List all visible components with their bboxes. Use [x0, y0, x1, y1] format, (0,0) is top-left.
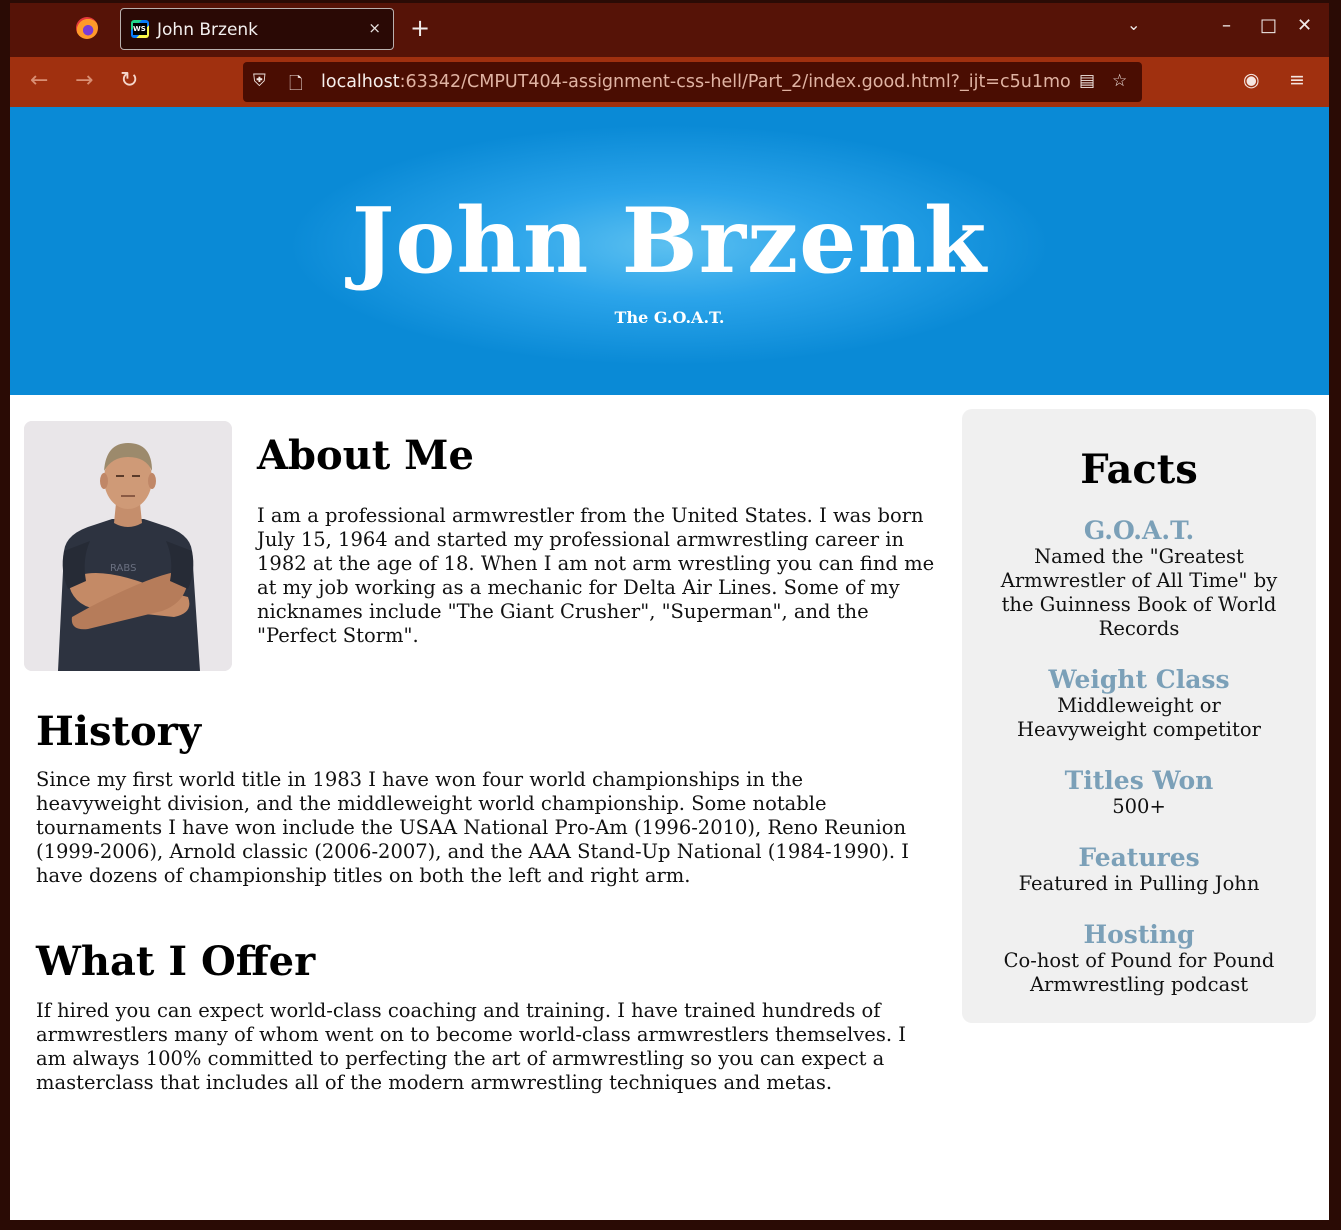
about-text: I am a professional armwrestler from the… [257, 504, 935, 647]
page-icon[interactable]: 🗋 [289, 71, 303, 100]
facts-title: Facts [1080, 446, 1198, 493]
tab-john-brzenk[interactable]: John Brzenk × [120, 8, 394, 50]
back-arrow-icon[interactable]: ← [30, 69, 48, 93]
fact-text: Co-host of Pound for Pound Armwrestling … [1003, 949, 1275, 996]
menu-icon[interactable]: ≡ [1289, 68, 1305, 92]
fact-titles-won: Titles Won 500+ [982, 767, 1296, 819]
offer-heading: What I Offer [36, 938, 316, 985]
shield-icon[interactable]: ⛨ [253, 71, 266, 91]
fact-heading: G.O.A.T. [1083, 516, 1195, 545]
maximize-icon[interactable]: □ [1260, 15, 1277, 37]
fact-hosting: Hosting Co-host of Pound for Pound Armwr… [982, 921, 1296, 997]
firefox-icon[interactable] [76, 17, 98, 39]
fact-text: Featured in Pulling John [1018, 872, 1260, 895]
man-arms-crossed-figure: RABS [24, 421, 232, 671]
fact-text: 500+ [1112, 795, 1166, 818]
bookmark-star-icon[interactable]: ☆ [1112, 71, 1127, 91]
svg-text:RABS: RABS [110, 563, 136, 574]
url-bar[interactable]: ⛨ 🗋 localhost:63342/CMPUT404-assignment-… [243, 62, 1142, 102]
hero-banner: John Brzenk The G.O.A.T. [10, 107, 1329, 395]
fact-heading: Titles Won [1064, 766, 1214, 795]
chevron-down-icon[interactable]: ⌄ [1127, 15, 1140, 34]
navigation-bar: ← → ↻ ⛨ 🗋 localhost:63342/CMPUT404-assig… [10, 57, 1329, 107]
browser-window: John Brzenk × + ⌄ – □ ✕ ← → ↻ ⛨ 🗋 localh… [0, 0, 1341, 1230]
webstorm-icon [131, 20, 149, 38]
facts-sidebar: Facts G.O.A.T. Named the "Greatest Armwr… [962, 409, 1316, 1023]
fact-goat: G.O.A.T. Named the "Greatest Armwrestler… [982, 517, 1296, 641]
hero-title: John Brzenk [351, 188, 988, 294]
reader-view-icon[interactable]: ▤ [1079, 71, 1095, 91]
history-text: Since my first world title in 1983 I hav… [36, 768, 909, 887]
reload-icon[interactable]: ↻ [120, 69, 138, 93]
close-window-icon[interactable]: ✕ [1297, 15, 1312, 37]
minimize-icon[interactable]: – [1222, 15, 1231, 37]
pocket-icon[interactable]: ◉ [1243, 68, 1260, 92]
tab-title: John Brzenk [157, 20, 259, 40]
new-tab-button[interactable]: + [410, 15, 430, 41]
fact-heading: Features [1078, 843, 1200, 872]
fact-weight-class: Weight Class Middleweight or Heavyweight… [982, 666, 1296, 742]
forward-arrow-icon[interactable]: → [75, 69, 93, 93]
fact-heading: Weight Class [1048, 665, 1230, 694]
portrait-image: RABS [24, 421, 232, 671]
fact-features: Features Featured in Pulling John [982, 844, 1296, 896]
history-heading: History [36, 708, 201, 755]
close-tab-icon[interactable]: × [368, 19, 381, 37]
about-heading: About Me [257, 432, 474, 479]
hero-subtitle: The G.O.A.T. [614, 308, 725, 327]
url-text[interactable]: localhost:63342/CMPUT404-assignment-css-… [321, 72, 1071, 92]
fact-text: Middleweight or Heavyweight competitor [1017, 694, 1261, 741]
offer-text: If hired you can expect world-class coac… [36, 999, 906, 1094]
fact-heading: Hosting [1083, 920, 1195, 949]
page-viewport: John Brzenk The G.O.A.T. RABS About Me I… [10, 107, 1329, 1220]
fact-text: Named the "Greatest Armwrestler of All T… [1000, 545, 1278, 640]
tab-strip: John Brzenk × + ⌄ – □ ✕ [10, 3, 1329, 57]
